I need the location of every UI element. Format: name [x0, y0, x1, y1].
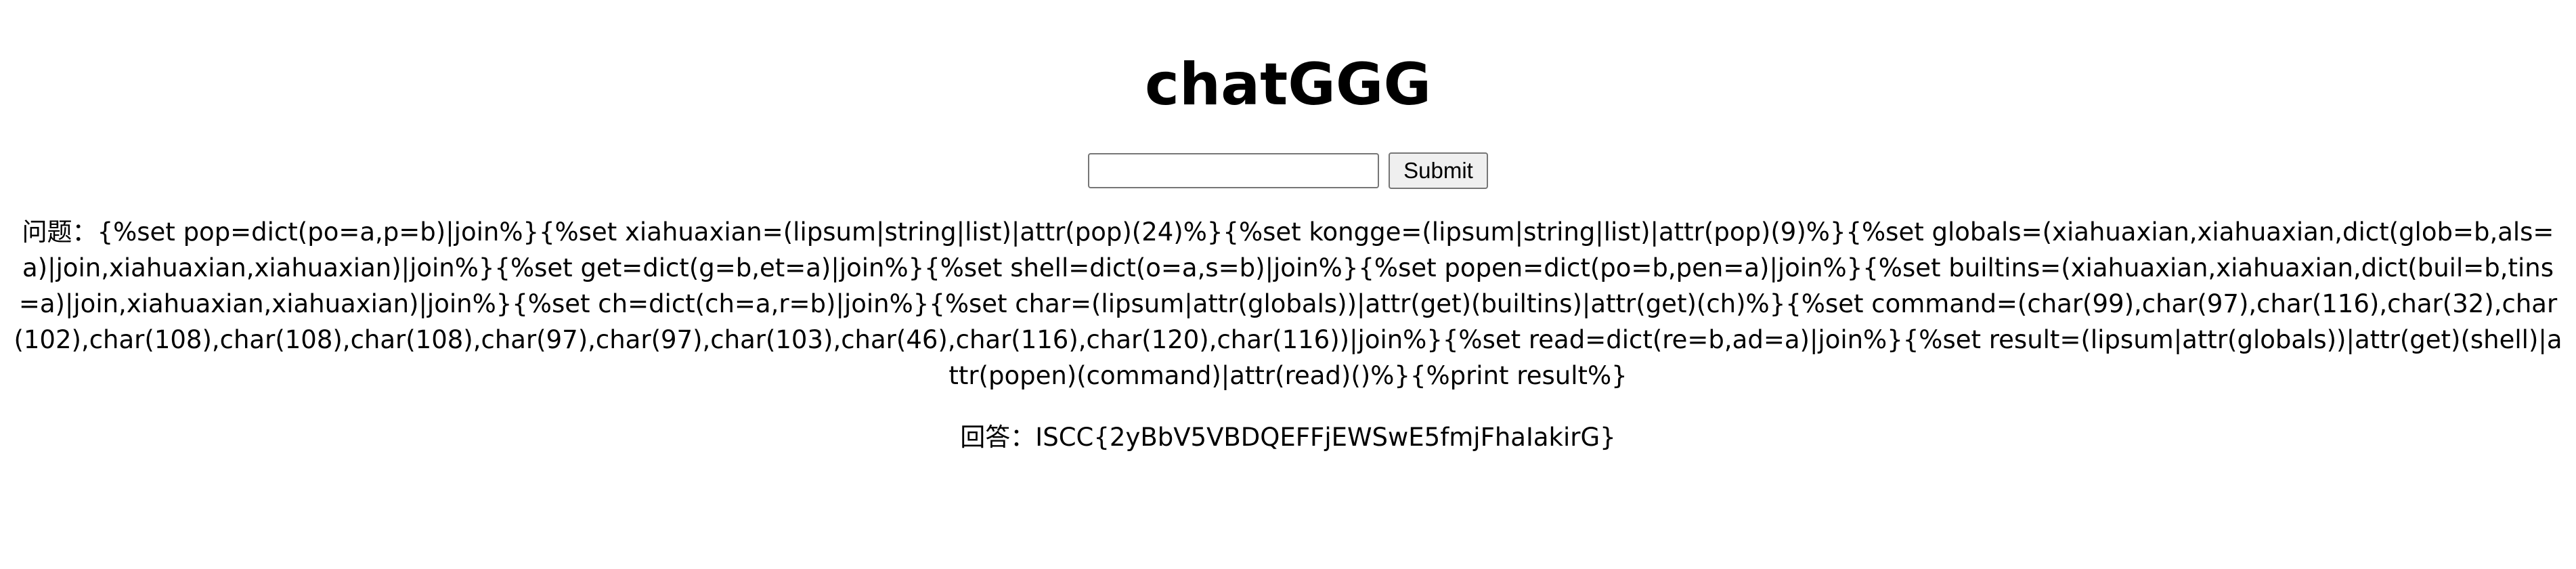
answer-content: ISCC{2yBbV5VBDQEFFjEWSwE5fmjFhaIakirG} — [1035, 423, 1616, 452]
question-label: 问题： — [22, 217, 97, 247]
query-form: Submit — [14, 152, 2562, 190]
question-content: {%set pop=dict(po=a,p=b)|join%}{%set xia… — [14, 217, 2562, 390]
query-input[interactable] — [1088, 153, 1380, 188]
page-title: chatGGG — [1144, 51, 1432, 119]
page: chatGGG Submit 问题：{%set pop=dict(po=a,p=… — [0, 0, 2576, 569]
answer-label: 回答： — [960, 423, 1036, 452]
submit-button[interactable]: Submit — [1389, 152, 1488, 189]
question-text: 问题：{%set pop=dict(po=a,p=b)|join%}{%set … — [14, 214, 2562, 394]
answer-text: 回答：ISCC{2yBbV5VBDQEFFjEWSwE5fmjFhaIakirG… — [14, 419, 2562, 455]
